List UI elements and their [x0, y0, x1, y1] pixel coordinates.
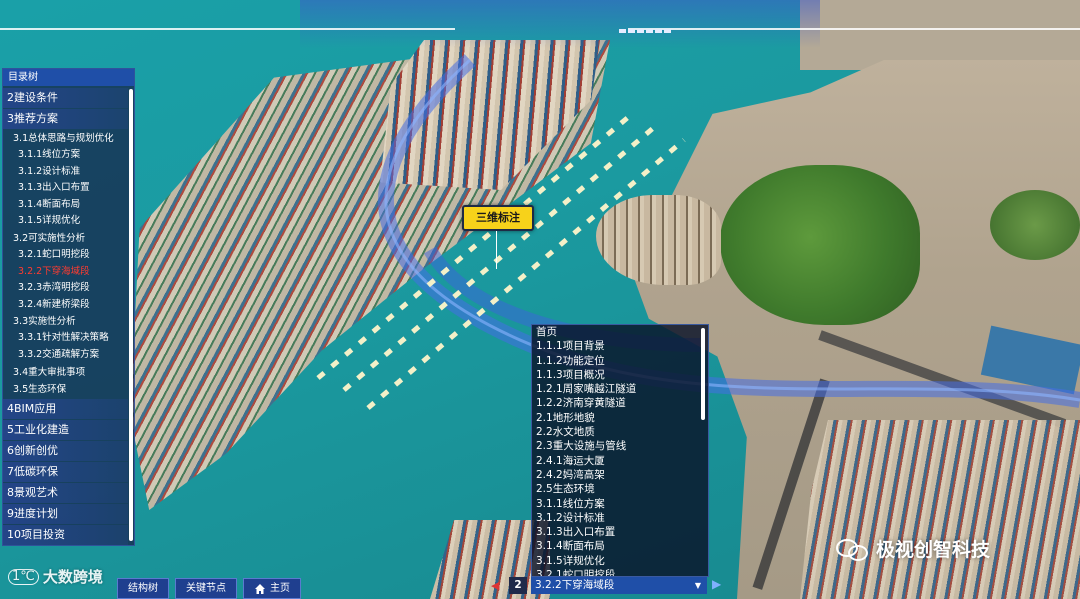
- tree-item[interactable]: 10项目投资: [3, 524, 128, 545]
- 3d-annotation-marker[interactable]: 三维标注: [462, 205, 534, 231]
- tree-list: 2建设条件 3推荐方案 3.1总体思路与规划优化 3.1.1线位方案 3.1.2设计标准…: [3, 87, 128, 545]
- tree-item[interactable]: 3.1.2设计标准: [3, 164, 128, 181]
- marker-stem: [496, 231, 497, 269]
- tree-item[interactable]: 3.1.1线位方案: [3, 147, 128, 164]
- tree-item[interactable]: 3.2可实施性分析: [3, 230, 128, 247]
- tree-item[interactable]: 3.3.1针对性解决策略: [3, 330, 128, 347]
- dropdown-option[interactable]: 3.1.5详规优化: [532, 554, 700, 568]
- tree-item[interactable]: 3.4重大审批事项: [3, 364, 128, 381]
- tree-item[interactable]: 3.1总体思路与规划优化: [3, 130, 128, 147]
- dropdown-option[interactable]: 1.1.2功能定位: [532, 354, 700, 368]
- header-dots: [619, 18, 673, 37]
- key-nodes-label: 关键节点: [186, 583, 226, 594]
- tree-item[interactable]: 5工业化建造: [3, 419, 128, 440]
- dropdown-option[interactable]: 1.2.1周家嘴越江隧道: [532, 382, 700, 396]
- tree-item[interactable]: 4BIM应用: [3, 398, 128, 419]
- dropdown-option[interactable]: 首页: [532, 325, 700, 339]
- key-nodes-button[interactable]: 关键节点: [175, 578, 237, 599]
- dropdown-option[interactable]: 3.1.3出入口布置: [532, 525, 700, 539]
- dropdown-option[interactable]: 2.5生态环境: [532, 482, 700, 496]
- dropdown-option[interactable]: 2.3重大设施与管线: [532, 439, 700, 453]
- dropdown-option[interactable]: 3.1.1线位方案: [532, 497, 700, 511]
- tree-item[interactable]: 3.1.5详规优化: [3, 213, 128, 230]
- tree-item[interactable]: 3.3实施性分析: [3, 313, 128, 330]
- tree-item[interactable]: 3.2.2下穿海域段: [3, 264, 128, 281]
- home-label: 主页: [270, 583, 290, 594]
- header-line: [628, 28, 1080, 30]
- dropdown-option[interactable]: 2.1地形地貌: [532, 411, 700, 425]
- dropdown-scrollbar[interactable]: [701, 328, 705, 420]
- dropdown-option[interactable]: 2.4.2妈湾高架: [532, 468, 700, 482]
- structure-tree-button[interactable]: 结构树: [117, 578, 169, 599]
- watermark-left: 1℃ 大数跨境: [8, 566, 103, 587]
- watermark-right-text: 极视创智科技: [876, 539, 991, 561]
- directory-tree-panel: 目录树 2建设条件 3推荐方案 3.1总体思路与规划优化 3.1.1线位方案 3.1.2…: [2, 68, 135, 546]
- tree-item[interactable]: 3.2.4新建桥梁段: [3, 297, 128, 314]
- header-glow: [300, 0, 820, 48]
- tree-item[interactable]: 8景观艺术: [3, 482, 128, 503]
- dropdown-option[interactable]: 1.2.2济南穿黄隧道: [532, 396, 700, 410]
- watermark-logo: 1℃: [8, 568, 39, 585]
- structure-tree-label: 结构树: [128, 583, 158, 594]
- tree-item[interactable]: 3.2.1蛇口明挖段: [3, 247, 128, 264]
- tree-item[interactable]: 6创新创优: [3, 440, 128, 461]
- dropdown-option[interactable]: 3.1.2设计标准: [532, 511, 700, 525]
- tree-item[interactable]: 3推荐方案: [3, 109, 128, 129]
- watermark-text: 大数跨境: [42, 568, 103, 586]
- tree-item[interactable]: 7低碳环保: [3, 461, 128, 482]
- dropdown-options: 首页 1.1.1项目背景 1.1.2功能定位 1.1.3项目概况 1.2.1周家嘴越江隧…: [532, 325, 700, 576]
- page-select[interactable]: 3.2.2下穿海域段 ▼: [531, 577, 707, 594]
- watermark-right: 极视创智科技: [836, 535, 990, 562]
- tree-item[interactable]: 3.5生态环保: [3, 381, 128, 398]
- tree-item[interactable]: 3.1.3出入口布置: [3, 180, 128, 197]
- tree-item[interactable]: 2建设条件: [3, 88, 128, 108]
- chevron-down-icon: ▼: [694, 581, 701, 590]
- tree-item[interactable]: 9进度计划: [3, 503, 128, 524]
- wechat-icon: [836, 537, 870, 561]
- dropdown-option[interactable]: 1.1.1项目背景: [532, 339, 700, 353]
- dropdown-option[interactable]: 2.2水文地质: [532, 425, 700, 439]
- header-line: [0, 28, 455, 30]
- dropdown-option[interactable]: 3.2.1蛇口明挖段: [532, 568, 700, 576]
- home-button[interactable]: 主页: [243, 578, 301, 599]
- page-number: 2: [509, 577, 527, 594]
- dropdown-option[interactable]: 3.1.4断面布局: [532, 539, 700, 553]
- dropdown-option[interactable]: 1.1.3项目概况: [532, 368, 700, 382]
- dropdown-option[interactable]: 2.4.1海运大厦: [532, 454, 700, 468]
- page-dropdown-list: 首页 1.1.1项目背景 1.1.2功能定位 1.1.3项目概况 1.2.1周家嘴越江隧…: [531, 324, 709, 577]
- prev-page-icon[interactable]: ◀: [491, 579, 499, 592]
- tree-title: 目录树: [3, 69, 134, 86]
- tree-item[interactable]: 3.3.2交通疏解方案: [3, 347, 128, 364]
- bottom-toolbar: 结构树 关键节点 主页: [117, 578, 301, 599]
- page-select-value: 3.2.2下穿海域段: [535, 579, 615, 591]
- tree-item[interactable]: 3.1.4断面布局: [3, 197, 128, 214]
- next-page-icon[interactable]: ▶: [712, 577, 721, 591]
- tree-scrollbar[interactable]: [129, 89, 133, 541]
- home-icon: [255, 583, 265, 594]
- tree-item[interactable]: 3.2.3赤湾明挖段: [3, 280, 128, 297]
